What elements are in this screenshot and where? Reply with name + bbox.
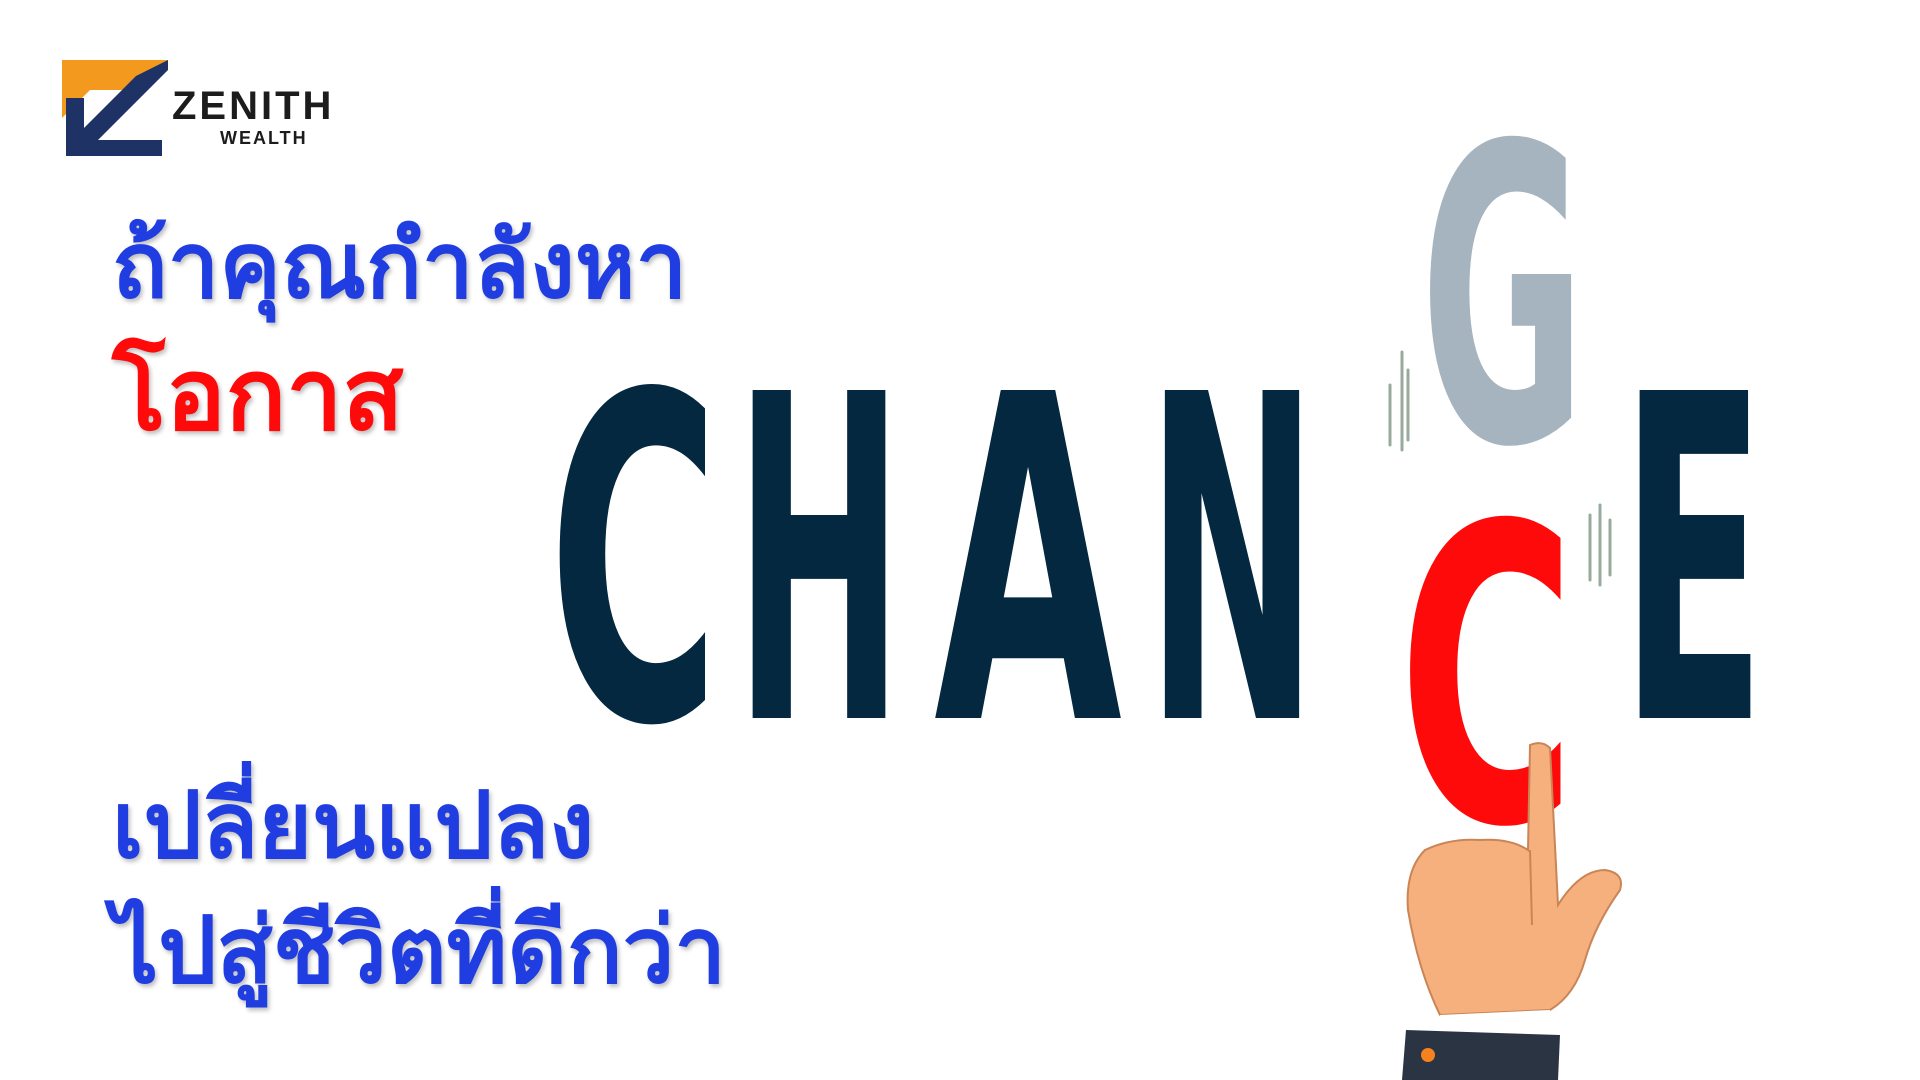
letter-n: N — [1146, 301, 1318, 825]
letter-a: A — [934, 301, 1124, 825]
pointing-hand-icon — [1402, 742, 1622, 1080]
poster-canvas: ZENITH WEALTH ถ้าคุณกำลังหา โอกาส เปลี่ย… — [0, 0, 1920, 1080]
letter-h: H — [734, 301, 904, 825]
letter-c: C — [548, 301, 720, 825]
